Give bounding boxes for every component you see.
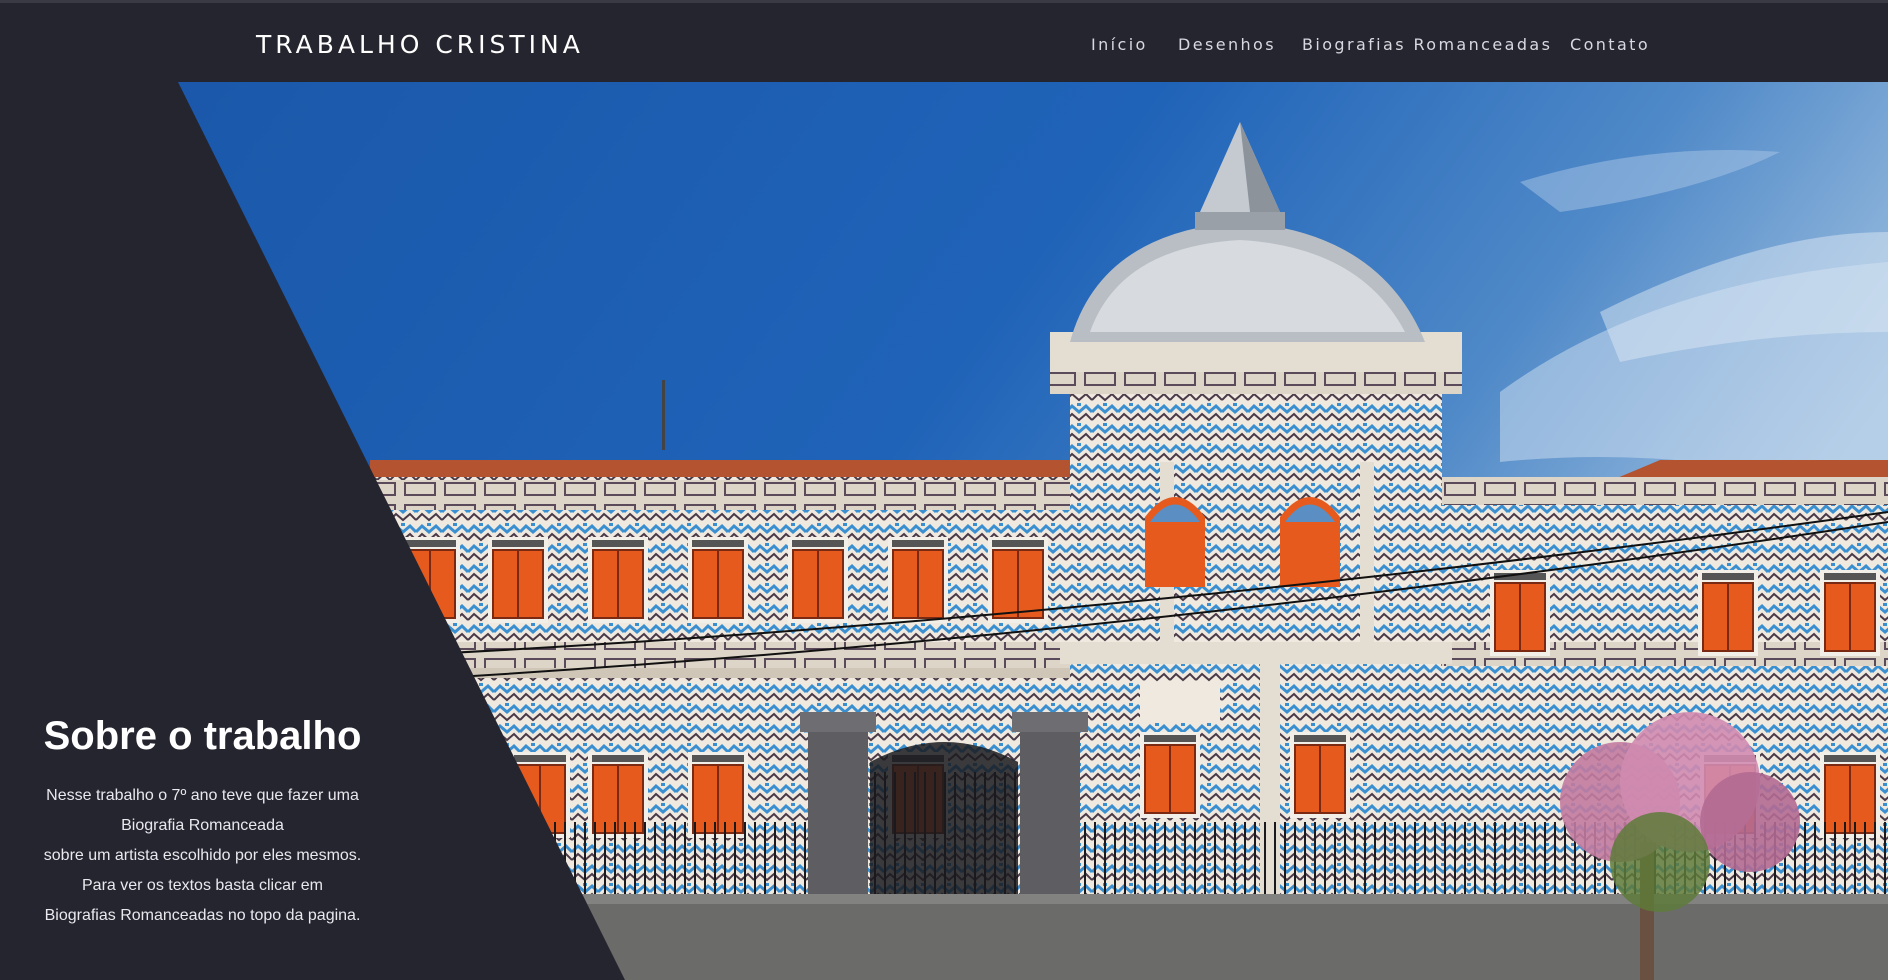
about-title: Sobre o trabalho bbox=[43, 714, 362, 758]
hero-section: Sobre o trabalho Nesse trabalho o 7º ano… bbox=[0, 82, 1888, 980]
about-line: Nesse trabalho o 7º ano teve que fazer u… bbox=[46, 787, 359, 804]
about-line: sobre um artista escolhido por eles mesm… bbox=[43, 847, 362, 864]
about-line: Biografia Romanceada bbox=[121, 817, 284, 834]
navbar: TRABALHO CRISTINA Início Desenhos Biogra… bbox=[0, 3, 1888, 82]
about-panel: Sobre o trabalho Nesse trabalho o 7º ano… bbox=[0, 714, 405, 931]
about-line: Para ver os textos basta clicar em bbox=[82, 877, 323, 894]
nav-item-contato[interactable]: Contato bbox=[1570, 35, 1650, 54]
nav-item-desenhos[interactable]: Desenhos bbox=[1178, 35, 1276, 54]
nav-item-inicio[interactable]: Início bbox=[1091, 35, 1148, 54]
main-nav: Início Desenhos Biografias Romanceadas C… bbox=[0, 35, 1888, 59]
nav-item-biografias[interactable]: Biografias Romanceadas bbox=[1302, 35, 1552, 54]
about-line: Biografias Romanceadas no topo da pagina… bbox=[44, 907, 361, 924]
about-body: Nesse trabalho o 7º ano teve que fazer u… bbox=[0, 781, 405, 931]
